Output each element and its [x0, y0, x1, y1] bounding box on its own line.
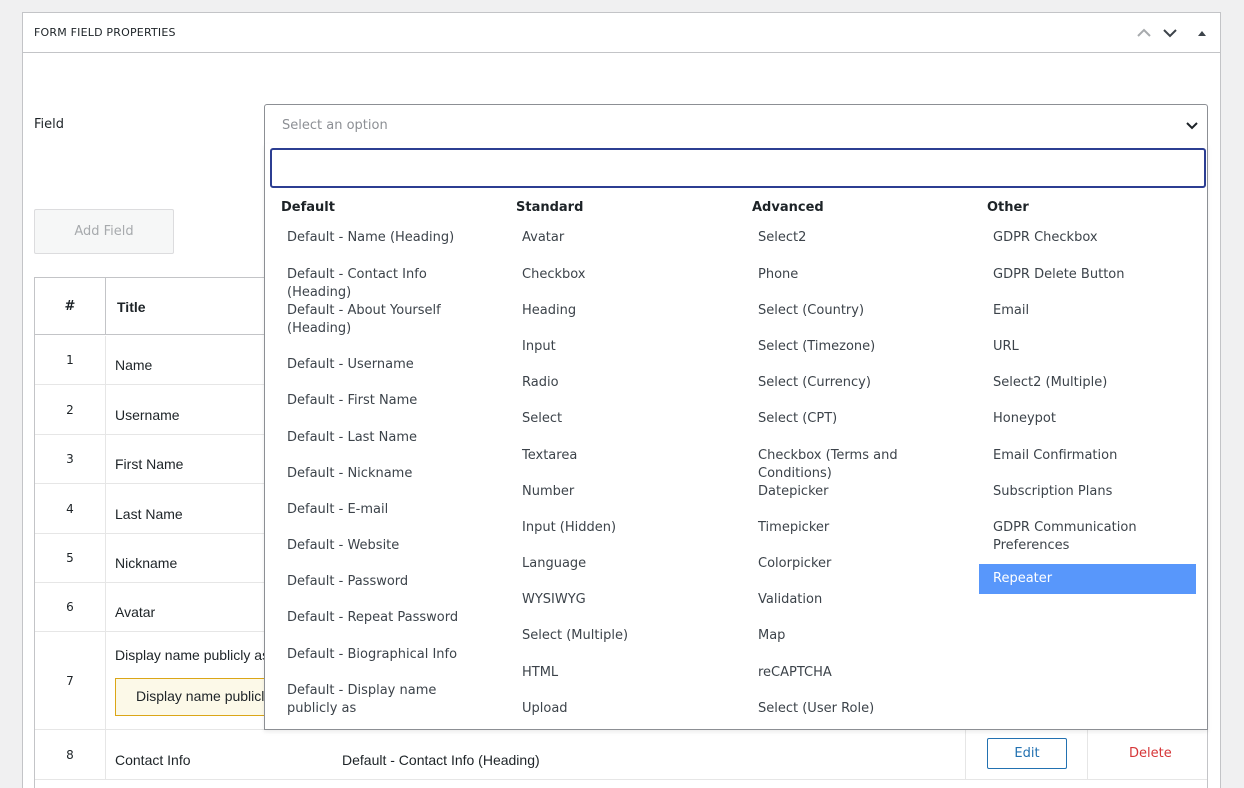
- option[interactable]: Select2 (Multiple): [979, 374, 1196, 392]
- option[interactable]: Select: [508, 410, 725, 428]
- row-number: 3: [35, 435, 106, 483]
- option[interactable]: Default - Last Name: [273, 429, 490, 447]
- option[interactable]: Timepicker: [744, 519, 961, 537]
- row-title: Avatar: [115, 604, 156, 620]
- row-number: 4: [35, 484, 106, 533]
- row-number: 2: [35, 385, 106, 434]
- option[interactable]: Map: [744, 627, 961, 645]
- header-number: #: [35, 278, 106, 335]
- add-field-button[interactable]: Add Field: [34, 209, 174, 254]
- table-row[interactable]: 8 Contact Info Default - Contact Info (H…: [35, 730, 1207, 780]
- row-title: Name: [115, 357, 153, 373]
- panel-header: FORM FIELD PROPERTIES: [23, 13, 1220, 53]
- dropdown-search-input[interactable]: [270, 148, 1206, 188]
- option[interactable]: URL: [979, 338, 1196, 356]
- option[interactable]: Default - First Name: [273, 392, 490, 410]
- option[interactable]: Upload: [508, 700, 725, 718]
- group-title: Default: [281, 200, 335, 215]
- option[interactable]: Default - Username: [273, 356, 490, 374]
- field-label: Field: [34, 117, 65, 132]
- option-highlighted[interactable]: Repeater: [979, 564, 1196, 594]
- option[interactable]: Default - Repeat Password: [273, 609, 490, 627]
- option[interactable]: reCAPTCHA: [744, 664, 961, 682]
- row-title: Nickname: [115, 555, 178, 571]
- option[interactable]: Honeypot: [979, 410, 1196, 428]
- option[interactable]: Select (CPT): [744, 410, 961, 428]
- select-dropdown: Default Default - Name (Heading) Default…: [264, 144, 1208, 730]
- column-divider: [965, 730, 966, 779]
- option[interactable]: Phone: [744, 266, 961, 284]
- column-divider: [1087, 730, 1088, 779]
- option[interactable]: GDPR Communication Preferences: [979, 519, 1196, 555]
- option[interactable]: Default - Name (Heading): [273, 229, 490, 247]
- group-title: Standard: [516, 200, 584, 215]
- option[interactable]: Colorpicker: [744, 555, 961, 573]
- option[interactable]: Datepicker: [744, 483, 961, 501]
- option[interactable]: Select (Multiple): [508, 627, 725, 645]
- edit-button[interactable]: Edit: [987, 738, 1067, 769]
- option[interactable]: Validation: [744, 591, 961, 609]
- panel-title: FORM FIELD PROPERTIES: [34, 26, 176, 39]
- row-type: Default - Contact Info (Heading): [342, 752, 540, 768]
- option[interactable]: Input (Hidden): [508, 519, 725, 537]
- option[interactable]: Language: [508, 555, 725, 573]
- option[interactable]: Checkbox: [508, 266, 725, 284]
- option[interactable]: Default - E-mail: [273, 501, 490, 519]
- chevron-down-icon: [1185, 118, 1199, 132]
- row-number: 7: [35, 632, 106, 729]
- triangle-up-icon[interactable]: [1194, 25, 1210, 41]
- row-title: First Name: [115, 456, 184, 472]
- row-title: Contact Info: [115, 752, 191, 768]
- option[interactable]: Checkbox (Terms and Conditions): [744, 447, 961, 483]
- chevron-down-icon[interactable]: [1162, 25, 1178, 41]
- option[interactable]: Default - Contact Info (Heading): [273, 266, 490, 302]
- option[interactable]: Avatar: [508, 229, 725, 247]
- row-title: Last Name: [115, 506, 183, 522]
- row-number: 5: [35, 534, 106, 582]
- option[interactable]: Default - Display name publicly as: [273, 682, 490, 718]
- option[interactable]: GDPR Checkbox: [979, 229, 1196, 247]
- option[interactable]: Heading: [508, 302, 725, 320]
- option[interactable]: Select (Timezone): [744, 338, 961, 356]
- row-title: Display name publicly as: [115, 647, 270, 663]
- option[interactable]: Default - Biographical Info: [273, 646, 490, 664]
- row-title: Username: [115, 407, 180, 423]
- option[interactable]: Textarea: [508, 447, 725, 465]
- option[interactable]: Select (Country): [744, 302, 961, 320]
- group-title: Other: [987, 200, 1029, 215]
- header-title[interactable]: Title: [117, 299, 146, 315]
- option[interactable]: Email Confirmation: [979, 447, 1196, 465]
- option[interactable]: GDPR Delete Button: [979, 266, 1196, 284]
- row-number: 6: [35, 583, 106, 631]
- option[interactable]: Select2: [744, 229, 961, 247]
- row-number: 1: [35, 336, 106, 384]
- option[interactable]: Subscription Plans: [979, 483, 1196, 501]
- chevron-up-icon[interactable]: [1136, 25, 1152, 41]
- option[interactable]: Default - Password: [273, 573, 490, 591]
- option[interactable]: Email: [979, 302, 1196, 320]
- option[interactable]: Number: [508, 483, 725, 501]
- option[interactable]: Default - Nickname: [273, 465, 490, 483]
- option[interactable]: Radio: [508, 374, 725, 392]
- row-number: 8: [35, 730, 106, 779]
- option[interactable]: Default - Website: [273, 537, 490, 555]
- option[interactable]: WYSIWYG: [508, 591, 725, 609]
- group-title: Advanced: [752, 200, 824, 215]
- field-select[interactable]: Select an option: [264, 104, 1208, 145]
- option[interactable]: HTML: [508, 664, 725, 682]
- option[interactable]: Select (User Role): [744, 700, 961, 718]
- option[interactable]: Select (Currency): [744, 374, 961, 392]
- option[interactable]: Input: [508, 338, 725, 356]
- select-placeholder: Select an option: [282, 118, 388, 133]
- delete-link[interactable]: Delete: [1129, 746, 1172, 761]
- option[interactable]: Default - About Yourself (Heading): [273, 302, 490, 338]
